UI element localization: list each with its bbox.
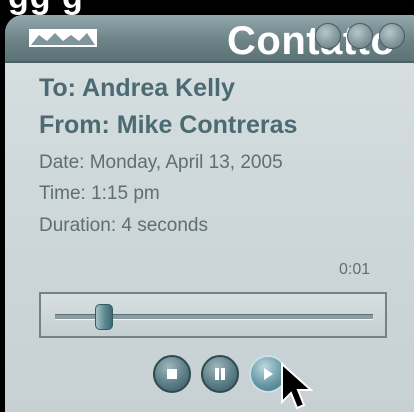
title-controls (315, 23, 405, 49)
to-line: To: Andrea Kelly (39, 74, 235, 102)
elapsed-time: 0:01 (339, 261, 371, 278)
seek-thumb[interactable] (95, 304, 113, 330)
from-line: From: Mike Contreras (39, 111, 298, 139)
screen: gg g Contatto To: Andrea Kelly From: Mik… (0, 0, 414, 412)
date-line: Date: Monday, April 13, 2005 (39, 152, 283, 173)
close-icon[interactable] (379, 23, 405, 49)
cisco-logo-icon (29, 29, 97, 47)
minimize-icon[interactable] (315, 23, 341, 49)
pause-button[interactable] (201, 355, 239, 393)
stop-icon (167, 369, 177, 379)
playback-controls (153, 355, 287, 393)
mouse-pointer-icon (281, 362, 314, 410)
voicemail-window: Contatto To: Andrea Kelly From: Mike Con… (5, 15, 414, 412)
time-line: Time: 1:15 pm (39, 183, 160, 204)
duration-line: Duration: 4 seconds (39, 215, 208, 236)
seek-bar[interactable] (39, 292, 387, 338)
play-icon (264, 368, 273, 380)
maximize-icon[interactable] (347, 23, 373, 49)
stop-button[interactable] (153, 355, 191, 393)
titlebar[interactable]: Contatto (5, 15, 414, 63)
pause-icon (215, 368, 225, 380)
